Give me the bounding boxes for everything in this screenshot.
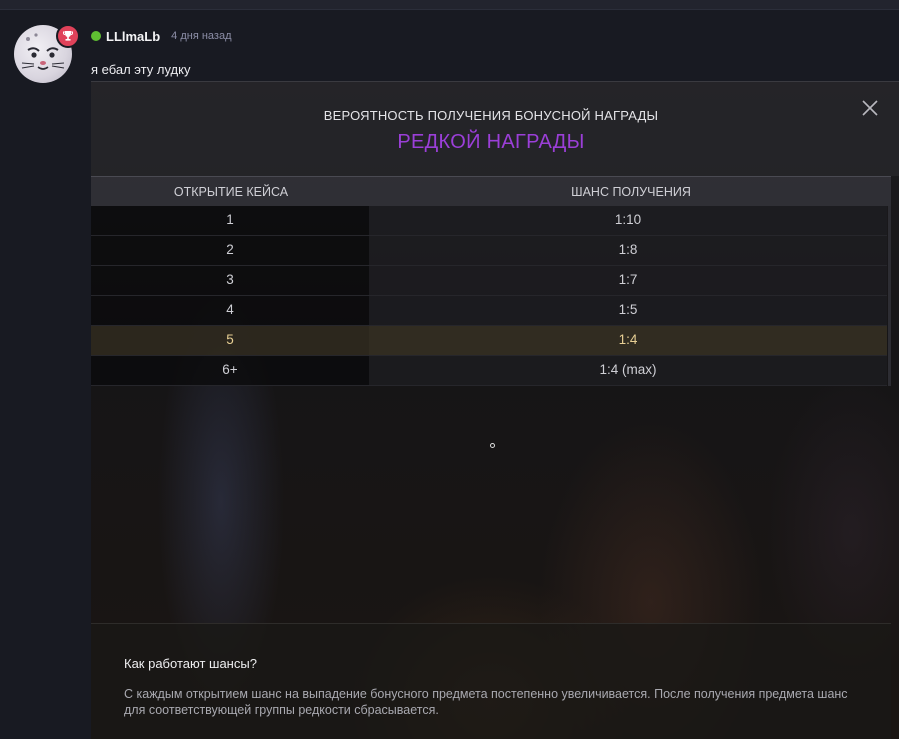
top-bar — [0, 0, 899, 10]
trophy-icon — [63, 31, 73, 41]
chance-cell: 1:4 (max) — [369, 356, 887, 385]
dialog-subtitle: РЕДКОЙ НАГРАДЫ — [397, 131, 585, 153]
table-row: 4 1:5 — [91, 296, 887, 326]
table-row-highlighted: 5 1:4 — [91, 326, 887, 356]
username-link[interactable]: LLlmaLb — [106, 29, 160, 44]
table-row: 3 1:7 — [91, 266, 887, 296]
comment-timestamp[interactable]: 4 дня назад — [171, 30, 231, 42]
trophy-badge — [56, 24, 80, 48]
dialog-title: ВЕРОЯТНОСТЬ ПОЛУЧЕНИЯ БОНУСНОЙ НАГРАДЫ — [323, 108, 659, 123]
table-row: 6+ 1:4 (max) — [91, 356, 887, 386]
info-question: Как работают шансы? — [124, 656, 257, 671]
table-scrollbar[interactable] — [888, 206, 891, 386]
comment-header: LLlmaLb 4 дня назад — [91, 28, 232, 44]
chance-table: 1 1:10 2 1:8 3 1:7 4 1:5 5 1:4 6+ 1:4 (m… — [91, 206, 887, 386]
chance-cell: 1:8 — [369, 236, 887, 265]
chance-cell: 1:5 — [369, 296, 887, 325]
online-status-indicator — [91, 31, 101, 41]
cursor-dot — [490, 443, 495, 448]
column-header-open: ОТКРЫТИЕ КЕЙСА — [173, 185, 289, 199]
table-row: 1 1:10 — [91, 206, 887, 236]
chance-cell: 1:4 — [369, 326, 887, 355]
open-cell: 5 — [91, 326, 369, 355]
open-cell: 2 — [91, 236, 369, 265]
close-icon[interactable] — [861, 99, 879, 117]
open-cell: 3 — [91, 266, 369, 295]
open-cell: 4 — [91, 296, 369, 325]
info-panel: Как работают шансы? С каждым открытием ш… — [91, 623, 891, 739]
table-row: 2 1:8 — [91, 236, 887, 266]
dialog-header: ВЕРОЯТНОСТЬ ПОЛУЧЕНИЯ БОНУСНОЙ НАГРАДЫ Р… — [91, 82, 899, 176]
comment-text: я ебал эту лудку — [91, 62, 191, 77]
table-header: ОТКРЫТИЕ КЕЙСА ШАНС ПОЛУЧЕНИЯ — [91, 176, 891, 206]
open-cell: 6+ — [91, 356, 369, 385]
attached-screenshot[interactable]: ВЕРОЯТНОСТЬ ПОЛУЧЕНИЯ БОНУСНОЙ НАГРАДЫ Р… — [91, 81, 899, 739]
chance-cell: 1:10 — [369, 206, 887, 235]
column-header-chance: ШАНС ПОЛУЧЕНИЯ — [571, 185, 691, 199]
open-cell: 1 — [91, 206, 369, 235]
info-answer: С каждым открытием шанс на выпадение бон… — [124, 687, 848, 717]
chance-cell: 1:7 — [369, 266, 887, 295]
